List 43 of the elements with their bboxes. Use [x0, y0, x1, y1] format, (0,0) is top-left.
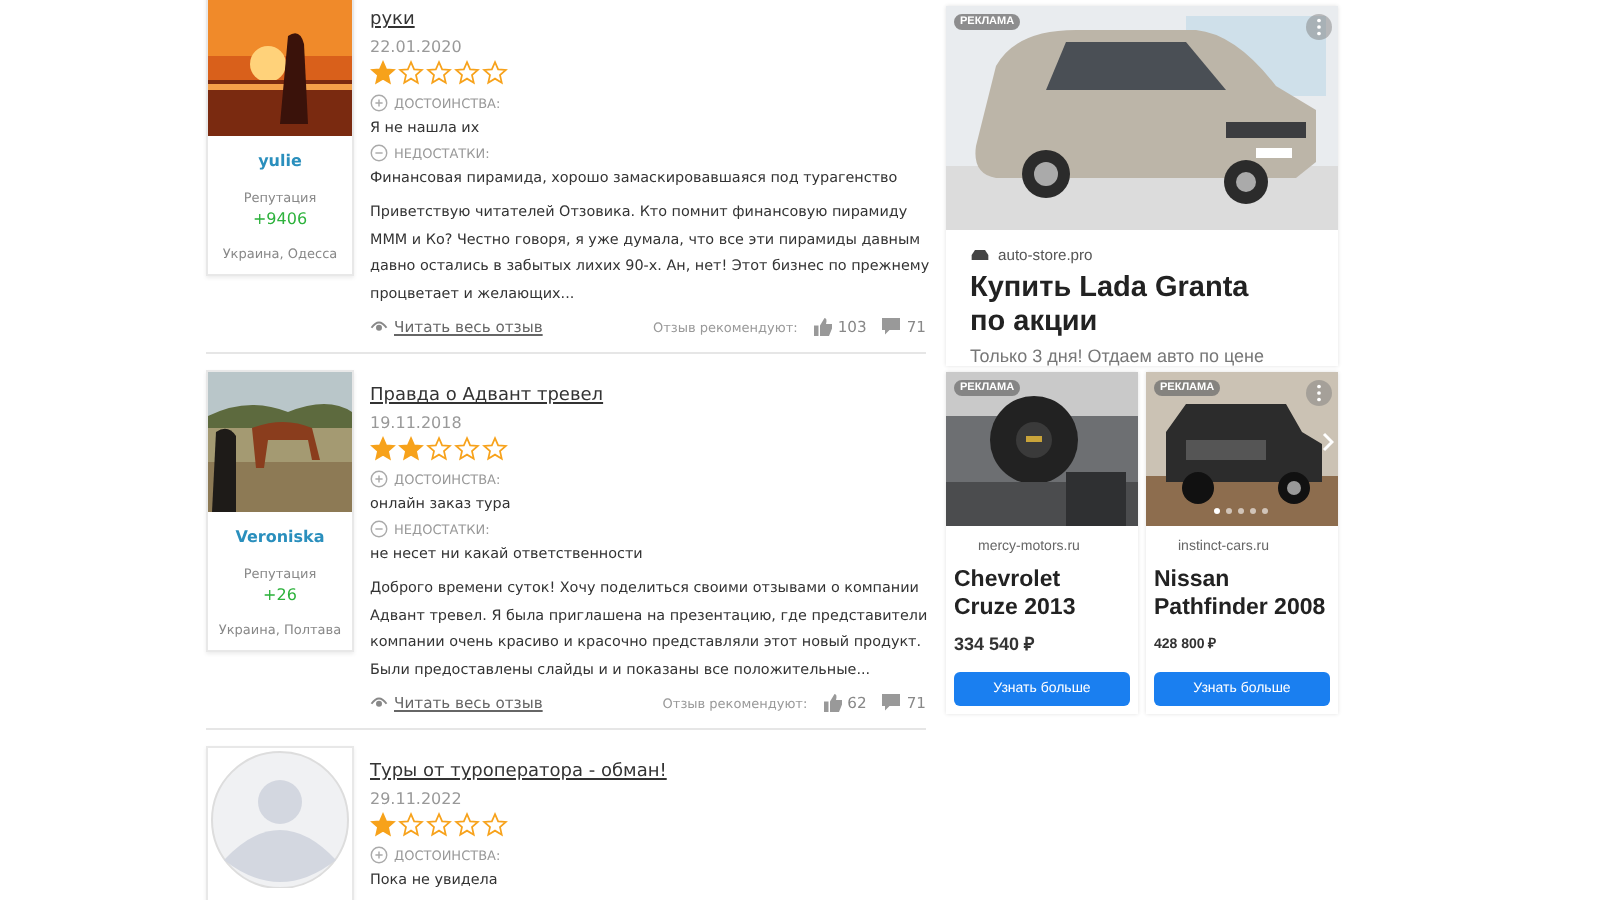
star-filled-icon — [370, 436, 396, 462]
plus-circle-icon — [370, 94, 388, 112]
ad-title[interactable]: Chevrolet Cruze 2013 — [946, 554, 1138, 622]
plus-circle-icon — [370, 470, 388, 488]
review-date: 19.11.2018 — [370, 414, 464, 432]
star-empty-icon — [482, 60, 508, 86]
star-empty-icon — [482, 812, 508, 838]
review-title[interactable]: руки — [370, 10, 415, 30]
reputation-value: +26 — [263, 586, 297, 604]
plus-circle-icon — [370, 846, 388, 864]
star-filled-icon — [370, 812, 396, 838]
review-date: 29.11.2022 — [370, 790, 464, 808]
eye-icon — [370, 320, 388, 334]
star-empty-icon — [454, 436, 480, 462]
ad-title[interactable]: Купить Lada Granta по акции — [946, 264, 1338, 340]
review-title[interactable]: Правда о Адвант тревел — [370, 386, 604, 406]
star-empty-icon — [482, 436, 508, 462]
review-date: 22.01.2020 — [370, 38, 464, 56]
thumbs-up-icon — [823, 694, 842, 712]
star-empty-icon — [426, 812, 452, 838]
comment-icon — [882, 694, 901, 712]
chevron-right-icon[interactable] — [1322, 432, 1334, 452]
author-name[interactable]: Veroniska — [235, 528, 325, 546]
star-filled-icon — [370, 60, 396, 86]
eye-icon — [370, 696, 388, 710]
star-filled-icon — [398, 436, 424, 462]
star-empty-icon — [454, 60, 480, 86]
author-name[interactable]: yulie — [258, 152, 302, 170]
star-empty-icon — [426, 60, 452, 86]
more-options-icon[interactable] — [1306, 380, 1332, 406]
ad-title[interactable]: Nissan Pathfinder 2008 — [1146, 554, 1338, 622]
minus-circle-icon — [370, 520, 388, 538]
reputation-value: +9406 — [252, 210, 308, 228]
car-icon — [970, 248, 990, 262]
minus-circle-icon — [370, 144, 388, 162]
comment-icon — [882, 318, 901, 336]
thumbs-up-icon — [813, 318, 832, 336]
ad-subtitle: Только 3 дня! Отдаем авто по цене — [968, 344, 1266, 366]
ad-price: 334 540 ₽ — [952, 632, 1037, 656]
star-empty-icon — [454, 812, 480, 838]
review-title[interactable]: Туры от туроператора - обман! — [370, 762, 667, 782]
more-options-icon[interactable] — [1306, 14, 1332, 40]
carousel-dots[interactable] — [1214, 508, 1268, 514]
